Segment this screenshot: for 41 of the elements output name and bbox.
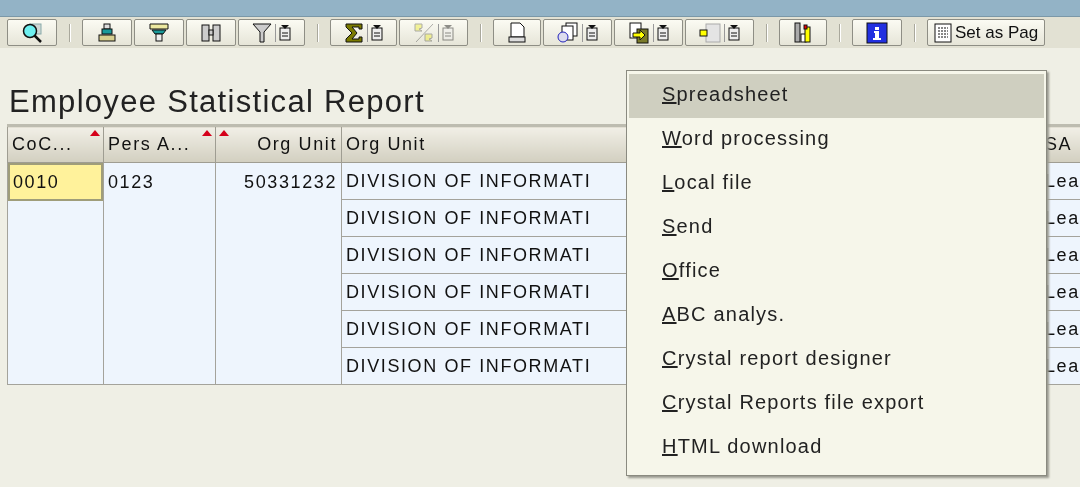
bar-chart-icon: [793, 21, 813, 44]
form-icon: [934, 22, 952, 43]
report-title: Employee Statistical Report: [9, 84, 425, 121]
toolbar-button[interactable]: [779, 19, 827, 46]
table-cell[interactable]: 0123: [108, 172, 155, 192]
sigma-icon: [344, 21, 364, 44]
toolbar-button[interactable]: [852, 19, 902, 46]
list-dropdown-icon: [728, 24, 740, 41]
magnifier-icon: [21, 21, 43, 44]
documents-icon: [557, 21, 579, 44]
column-header[interactable]: CoC...: [7, 125, 104, 163]
page-icon: [507, 21, 527, 44]
toolbar-button[interactable]: [82, 19, 132, 46]
menu-item[interactable]: Crystal Reports file export: [629, 382, 1044, 426]
list-dropdown-icon: [442, 24, 454, 41]
table-cell[interactable]: 50331232: [244, 172, 337, 192]
toolbar-button[interactable]: [330, 19, 397, 46]
menu-item[interactable]: HTML download: [629, 426, 1044, 470]
list-dropdown-icon: [371, 24, 383, 41]
binoculars-icon: [200, 21, 222, 44]
grid-icon: [699, 21, 721, 44]
list-dropdown-icon: [657, 24, 669, 41]
column-header[interactable]: Pers A...: [103, 125, 216, 163]
info-icon: [866, 21, 888, 44]
toolbar-button[interactable]: [543, 19, 612, 46]
menu-item[interactable]: Spreadsheet: [629, 74, 1044, 118]
filter-icon: [252, 21, 272, 44]
column-header[interactable]: Org Unit: [215, 125, 342, 163]
toolbar-button[interactable]: [134, 19, 184, 46]
toolbar-button[interactable]: [186, 19, 236, 46]
stack-icon: [96, 21, 118, 44]
menu-item[interactable]: Word processing: [629, 118, 1044, 162]
set-as-page-button[interactable]: Set as Pag: [927, 19, 1046, 46]
table-cell[interactable]: 0010: [8, 163, 103, 201]
list-dropdown-icon: [586, 24, 598, 41]
toolbar-button[interactable]: [614, 19, 683, 46]
funnel-icon: [148, 21, 170, 44]
export-icon: [628, 21, 650, 44]
toolbar-button[interactable]: [7, 19, 57, 46]
subtotal-icon: [413, 21, 435, 44]
list-dropdown-icon: [279, 24, 291, 41]
